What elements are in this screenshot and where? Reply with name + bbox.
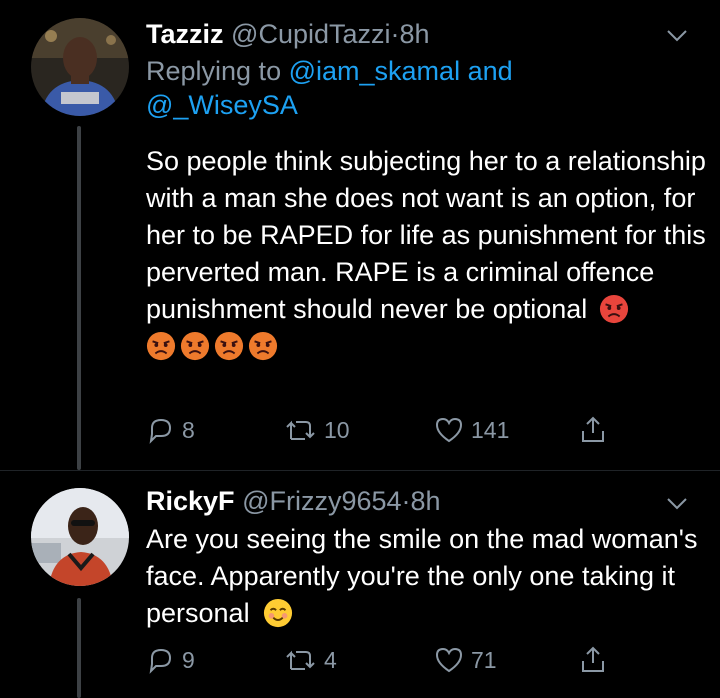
separator-dot: · [390,19,400,49]
tweet-rickyf[interactable]: RickyF @Frizzy9654·8h Are you seeing the… [0,470,720,698]
reply-icon [149,648,172,674]
action-bar: 9 4 71 [146,643,626,677]
reply-count: 9 [182,646,195,673]
user-handle[interactable]: @CupidTazzi [231,19,390,49]
like-count: 71 [471,646,497,673]
chevron-down-icon[interactable] [664,490,690,516]
timestamp[interactable]: 8h [411,486,441,516]
reply-button[interactable]: 8 [146,413,195,447]
separator-dot: · [401,486,411,516]
retweet-count: 4 [324,646,337,673]
thread-line [77,126,81,470]
mention-link[interactable]: @_WiseySA [146,90,298,120]
like-button[interactable]: 71 [433,643,497,677]
angry-face-emoji [599,294,628,324]
share-button[interactable] [578,413,614,447]
mention-link[interactable]: @iam_skamal [289,56,460,86]
reply-count: 8 [182,416,195,443]
retweet-button[interactable]: 4 [284,643,337,677]
share-icon [582,416,604,442]
tweet-text: Are you seeing the smile on the mad woma… [146,524,698,628]
share-icon [582,646,604,672]
display-name[interactable]: Tazziz [146,19,224,49]
angry-face-emoji [248,331,278,361]
tweet-tazziz[interactable]: Tazziz @CupidTazzi·8h Replying to @iam_s… [0,0,720,470]
angry-face-emoji [180,331,210,361]
retweet-count: 10 [324,416,350,443]
heart-icon [435,417,463,443]
user-handle[interactable]: @Frizzy9654 [242,486,401,516]
timestamp[interactable]: 8h [400,19,430,49]
reply-icon [149,418,172,444]
replying-to-prefix: Replying to [146,56,282,86]
action-bar: 8 10 141 [146,413,626,447]
like-button[interactable]: 141 [433,413,509,447]
tweet-body: So people think subjecting her to a rela… [146,143,706,365]
angry-face-emoji [146,331,176,361]
heart-icon [435,647,463,673]
smiling-blush-emoji [264,598,293,628]
replying-and[interactable]: and [468,56,513,86]
chevron-down-icon[interactable] [664,22,690,48]
retweet-icon [286,420,315,440]
retweet-icon [286,650,315,670]
tweet-body: Are you seeing the smile on the mad woma… [146,521,706,632]
retweet-button[interactable]: 10 [284,413,350,447]
share-button[interactable] [578,643,614,677]
angry-face-emoji [214,331,244,361]
thread-line [77,598,81,698]
avatar[interactable] [31,488,129,586]
tweet-header: RickyF @Frizzy9654·8h [146,484,441,518]
display-name[interactable]: RickyF [146,486,235,516]
reply-button[interactable]: 9 [146,643,195,677]
like-count: 141 [471,416,510,443]
tweet-header: Tazziz @CupidTazzi·8h [146,17,430,51]
avatar[interactable] [31,18,129,116]
replying-to-line: Replying to @iam_skamal and @_WiseySA [146,54,686,122]
